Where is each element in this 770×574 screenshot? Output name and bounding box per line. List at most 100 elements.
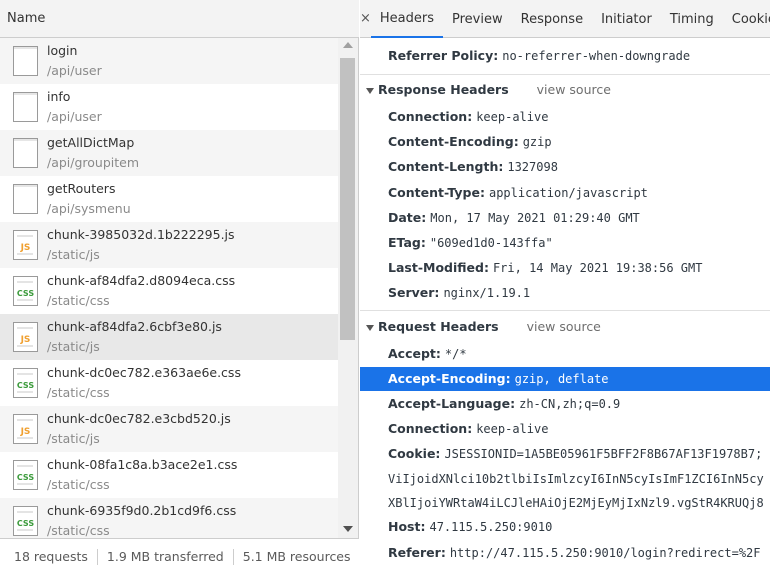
network-status-bar: 18 requests 1.9 MB transferred 5.1 MB re… [0,538,359,574]
request-name: getAllDictMap [47,135,135,150]
request-text: info/api/user [47,87,102,127]
status-divider [96,548,98,565]
view-source-link[interactable]: view source [537,82,611,97]
header-value: application/javascript [488,185,648,200]
request-headers-title[interactable]: Request Headers [378,319,499,334]
tab-cookies[interactable]: Cookies [723,0,770,37]
header-key: Accept-Language: [388,396,516,411]
header-value: 47.115.5.250:9010 [429,520,553,534]
header-value: "609ed1d0-143ffa" [429,236,553,250]
request-text: login/api/user [47,41,102,81]
request-path: /static/js [47,247,100,262]
header-key: Last-Modified: [388,260,489,276]
view-source-link[interactable]: view source [527,319,601,334]
scroll-up-arrow-icon[interactable] [343,42,353,48]
header-value: no-referrer-when-downgrade [502,49,691,63]
header-key: Connection: [388,109,473,124]
header-key: Server: [388,285,440,301]
response-header-row: Connection: keep-alive [388,106,548,128]
svg-text:JS: JS [20,427,31,437]
details-tab-bar: × Headers Preview Response Initiator Tim… [360,0,770,38]
scroll-thumb[interactable] [340,58,355,340]
request-row[interactable]: info/api/user [0,84,338,130]
transferred-size: 1.9 MB transferred [106,549,224,564]
request-headers-section[interactable]: Request Headers view source [366,316,601,338]
request-name: chunk-3985032d.1b222295.js [47,227,235,242]
request-path: /static/css [47,523,110,538]
request-row[interactable]: login/api/user [0,38,338,84]
svg-text:CSS: CSS [17,289,34,298]
request-row[interactable]: CSS chunk-6935f9d0.2b1cd9f6.css/static/cs… [0,498,338,538]
header-value: http://47.115.5.250:9010/login?redirect=… [449,546,761,560]
cookie-header-row: Cookie: JSESSIONID=1A5BE05961F5BFF2F8B67A… [388,443,762,465]
request-path: /static/js [47,431,100,446]
request-row[interactable]: CSS chunk-af84dfa2.d8094eca.css/static/cs… [0,268,338,314]
request-row[interactable]: getRouters/api/sysmenu [0,176,338,222]
header-value: 1327098 [507,160,558,175]
header-key: Referer: [388,545,446,560]
header-value: keep-alive [476,422,549,436]
response-headers-title[interactable]: Response Headers [378,82,509,97]
tab-response[interactable]: Response [512,0,592,37]
request-path: /static/js [47,339,100,354]
css-file-icon: CSS [12,367,39,399]
tab-preview[interactable]: Preview [443,0,512,37]
header-key: Date: [388,209,427,225]
name-column-header[interactable]: Name [0,0,359,38]
header-key: Connection: [388,421,473,436]
request-row[interactable]: CSS chunk-08fa1c8a.b3ace2e1.css/static/cs… [0,452,338,498]
request-text: chunk-af84dfa2.d8094eca.css/static/css [47,271,235,311]
tab-headers[interactable]: Headers [370,0,444,38]
document-file-icon [12,137,39,169]
response-header-row: ETag: "609ed1d0-143ffa" [388,232,553,254]
close-details-icon[interactable]: × [360,0,371,37]
request-row[interactable]: CSS chunk-dc0ec782.e363ae6e.css/static/cs… [0,360,338,406]
response-header-row: Server: nginx/1.19.1 [388,282,530,304]
header-value: JSESSIONID=1A5BE05961F5BFF2F8B67AF13F197… [444,447,763,461]
cookie-value-line: XBlIjoiYWRtaW4iLCJleHAiOjE2MjEyMjIxNzl9.… [388,496,764,510]
header-key: ETag: [388,235,426,250]
status-divider [232,548,234,565]
request-row[interactable]: getAllDictMap/api/groupitem [0,130,338,176]
svg-text:CSS: CSS [17,519,34,528]
response-headers-section[interactable]: Response Headers view source [366,79,611,101]
header-value: Fri, 14 May 2021 19:38:56 GMT [492,261,703,276]
request-text: getAllDictMap/api/groupitem [47,133,139,173]
request-path: /api/user [47,109,102,124]
request-list: login/api/user info/api/user getAllDictMap… [0,38,338,538]
request-row[interactable]: JS chunk-dc0ec782.e3cbd520.js/static/js [0,406,338,452]
document-file-icon [12,91,39,123]
svg-text:CSS: CSS [17,381,34,390]
svg-text:JS: JS [20,335,31,345]
accept-encoding-header-row[interactable]: Accept-Encoding: gzip, deflate [388,368,609,390]
response-header-row: Content-Encoding: gzip [388,131,552,153]
request-name: chunk-af84dfa2.6cbf3e80.js [47,319,222,334]
header-key: Accept: [388,346,441,361]
request-path: /static/css [47,385,110,400]
request-row[interactable]: JS chunk-3985032d.1b222295.js/static/js [0,222,338,268]
host-header-row: Host: 47.115.5.250:9010 [388,516,552,538]
request-name: chunk-08fa1c8a.b3ace2e1.css [47,457,238,472]
response-header-row: Content-Length: 1327098 [388,156,558,178]
tab-timing[interactable]: Timing [661,0,723,37]
tab-initiator[interactable]: Initiator [592,0,661,37]
referrer-policy-row: Referrer Policy: no-referrer-when-downgra… [388,45,690,67]
header-key: Cookie: [388,446,441,461]
request-row[interactable]: JS chunk-af84dfa2.6cbf3e80.js/static/js [0,314,338,360]
request-path: /api/user [47,63,102,78]
accept-language-header-row: Accept-Language: zh-CN,zh;q=0.9 [388,393,620,415]
request-count: 18 requests [14,549,88,564]
section-divider [360,310,770,311]
request-text: chunk-af84dfa2.6cbf3e80.js/static/js [47,317,222,357]
section-divider [360,74,770,75]
css-file-icon: CSS [12,275,39,307]
expand-triangle-icon[interactable] [366,324,374,331]
header-value: nginx/1.19.1 [443,286,531,301]
request-name: chunk-6935f9d0.2b1cd9f6.css [47,503,237,518]
scroll-down-arrow-icon[interactable] [343,526,353,532]
headers-content: Referrer Policy: no-referrer-when-downgra… [360,38,770,574]
request-list-scrollbar[interactable] [338,38,358,538]
header-value: */* [444,347,467,361]
js-file-icon: JS [12,321,39,353]
expand-triangle-icon[interactable] [366,87,374,94]
